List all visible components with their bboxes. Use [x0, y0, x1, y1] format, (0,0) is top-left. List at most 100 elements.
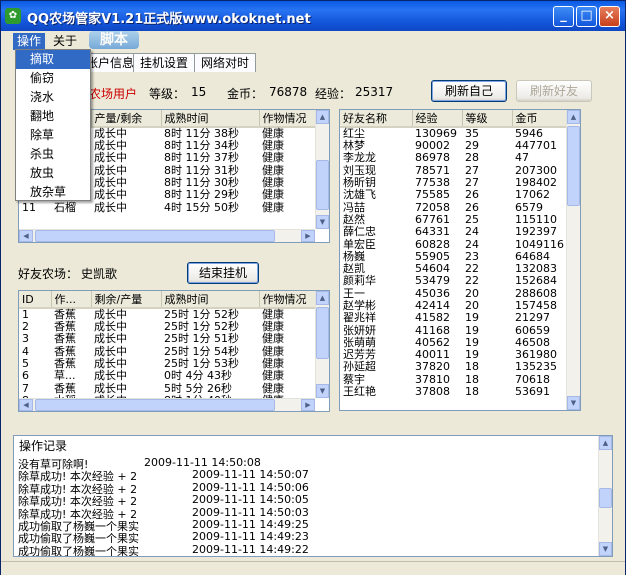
scroll-thumb[interactable]: [567, 126, 580, 206]
my-crops-hscroll[interactable]: ◀ ▶: [19, 229, 315, 242]
menu-item-put-bug[interactable]: 放虫: [16, 164, 90, 183]
friends-list-grid[interactable]: 好友名称 经验 等级 金币 红尘 130969 35 5946 林梦 90002 29 447…: [339, 109, 581, 411]
table-row[interactable]: 单宏臣 60828 24 1049116: [340, 238, 567, 250]
table-row[interactable]: 孙延超 37820 18 135235: [340, 361, 567, 373]
friend-crops-hscroll[interactable]: ◀ ▶: [19, 398, 315, 411]
col-coin[interactable]: 金币: [512, 110, 568, 128]
scroll-down-icon[interactable]: ▼: [567, 396, 580, 410]
table-cell: 27: [465, 163, 479, 177]
table-cell: 54604: [415, 262, 450, 276]
table-cell: 22: [465, 274, 479, 288]
title-bar[interactable]: ✿ QQ农场管家V1.21正式版www.okoknet.net _ □ ×: [1, 1, 625, 31]
log-line-time: 2009-11-11 14:50:03: [192, 505, 309, 519]
stop-hang-button[interactable]: 结束挂机: [187, 262, 259, 284]
table-cell: 7: [22, 381, 29, 395]
log-vscroll[interactable]: ▲ ▼: [598, 436, 612, 556]
col-mature-time[interactable]: 成熟时间: [161, 110, 260, 128]
scroll-thumb[interactable]: [316, 160, 329, 210]
table-row[interactable]: 张妍妍 41168 19 60659: [340, 324, 567, 336]
close-button[interactable]: ×: [599, 6, 620, 27]
table-row[interactable]: 冯喆 72058 26 6579: [340, 201, 567, 213]
table-row[interactable]: 翟兆祥 41582 19 21297: [340, 312, 567, 324]
table-row[interactable]: 杨巍 55905 23 64684: [340, 249, 567, 263]
scroll-left-icon[interactable]: ◀: [19, 230, 33, 242]
menu-about[interactable]: 关于: [49, 33, 81, 50]
col-friend-name[interactable]: 好友名称: [340, 110, 413, 128]
scroll-thumb[interactable]: [316, 307, 329, 359]
table-row[interactable]: 11 石榴 成长中 4时 15分 50秒 健康: [19, 201, 319, 213]
table-cell: 成长中: [94, 381, 127, 395]
table-cell: 成长中: [94, 127, 127, 140]
friend-crops-grid[interactable]: ID 作... 剩余/产量 成熟时间 作物情况 1 香蕉 成长中 25时 1分 52秒…: [18, 290, 330, 412]
table-row[interactable]: 李龙龙 86978 28 47: [340, 152, 567, 164]
table-cell: 37820: [415, 360, 450, 374]
col-status[interactable]: 作物情况: [259, 110, 320, 128]
table-cell: 成长中: [94, 176, 127, 190]
table-cell: 67761: [415, 212, 450, 226]
scroll-up-icon[interactable]: ▲: [316, 110, 329, 124]
table-row[interactable]: 王一 45036 20 288608: [340, 286, 567, 300]
scroll-thumb[interactable]: [599, 488, 612, 508]
menu-item-steal[interactable]: 偷窃: [16, 69, 90, 88]
scroll-right-icon[interactable]: ▶: [301, 399, 315, 411]
menu-item-plow[interactable]: 翻地: [16, 107, 90, 126]
table-cell: 王一: [343, 286, 365, 300]
scroll-thumb[interactable]: [35, 399, 275, 411]
table-cell: 40562: [415, 335, 450, 349]
scroll-down-icon[interactable]: ▼: [316, 215, 329, 229]
col-exp[interactable]: 经验: [412, 110, 463, 128]
col-status[interactable]: 作物情况: [259, 291, 320, 309]
table-row[interactable]: 赵然 67761 25 115110: [340, 212, 567, 226]
tab-network-time[interactable]: 网络对时: [194, 53, 257, 72]
scroll-thumb[interactable]: [35, 230, 275, 242]
refresh-self-button[interactable]: 刷新自己: [431, 80, 507, 102]
table-cell: 29: [465, 139, 479, 153]
menu-item-weed[interactable]: 除草: [16, 126, 90, 145]
table-row[interactable]: 红尘 130969 35 5946: [340, 127, 567, 140]
scroll-right-icon[interactable]: ▶: [301, 230, 315, 242]
table-cell: 288608: [515, 286, 557, 300]
table-cell: 64684: [515, 249, 550, 263]
col-remaining[interactable]: 剩余/产量: [91, 291, 162, 309]
table-row[interactable]: 颜莉华 53479 22 152684: [340, 275, 567, 287]
col-yield[interactable]: 产量/剩余: [91, 110, 162, 128]
col-id[interactable]: ID: [19, 291, 52, 309]
scroll-left-icon[interactable]: ◀: [19, 399, 33, 411]
tab-hang-settings[interactable]: 挂机设置: [133, 53, 196, 72]
col-level[interactable]: 等级: [462, 110, 513, 128]
menu-item-harvest[interactable]: 摘取: [16, 50, 90, 69]
operation-log[interactable]: ▲ ▼ 没有草可除啊! 2009-11-11 14:50:08 除草成功! 本次经验…: [13, 435, 613, 557]
table-row[interactable]: 6 草... 成长中 0时 4分 43秒 健康: [19, 370, 319, 382]
menu-item-kill-bug[interactable]: 杀虫: [16, 145, 90, 164]
menu-item-water[interactable]: 浇水: [16, 88, 90, 107]
scroll-down-icon[interactable]: ▼: [599, 542, 612, 556]
friend-farm-name: 史凯歌: [81, 267, 118, 281]
friend-crops-vscroll[interactable]: ▲ ▼: [315, 291, 329, 398]
refresh-friends-button[interactable]: 刷新好友: [516, 80, 592, 102]
scroll-up-icon[interactable]: ▲: [599, 436, 612, 450]
minimize-button[interactable]: _: [553, 6, 574, 27]
table-cell: 8时 11分 37秒: [164, 151, 239, 165]
table-cell: 53691: [515, 385, 550, 399]
scroll-down-icon[interactable]: ▼: [316, 384, 329, 398]
table-cell: 成长中: [94, 151, 127, 165]
watermark-logo: 脚本: [89, 31, 139, 49]
my-crops-vscroll[interactable]: ▲ ▼: [315, 110, 329, 229]
maximize-button[interactable]: □: [576, 6, 597, 27]
table-row[interactable]: 薛仁忠 64331 24 192397: [340, 226, 567, 238]
table-row[interactable]: 7 香蕉 成长中 5时 5分 26秒 健康: [19, 382, 319, 394]
scroll-up-icon[interactable]: ▲: [567, 110, 580, 124]
table-cell: 张妍妍: [343, 323, 376, 337]
table-cell: 45036: [415, 286, 450, 300]
table-cell: 23: [465, 249, 479, 263]
table-cell: 46508: [515, 335, 550, 349]
table-row[interactable]: 3 香蕉 成长中 25时 1分 51秒 健康: [19, 333, 319, 345]
col-crop[interactable]: 作...: [51, 291, 92, 309]
friends-vscroll[interactable]: ▲ ▼: [566, 110, 580, 410]
table-row[interactable]: 沈雄飞 75585 26 17062: [340, 189, 567, 201]
col-mature-time[interactable]: 成熟时间: [161, 291, 260, 309]
menu-item-put-weed[interactable]: 放杂草: [16, 183, 90, 202]
table-row[interactable]: 王红艳 37808 18 53691: [340, 385, 567, 399]
menu-operate[interactable]: 操作: [13, 33, 46, 50]
scroll-up-icon[interactable]: ▲: [316, 291, 329, 305]
